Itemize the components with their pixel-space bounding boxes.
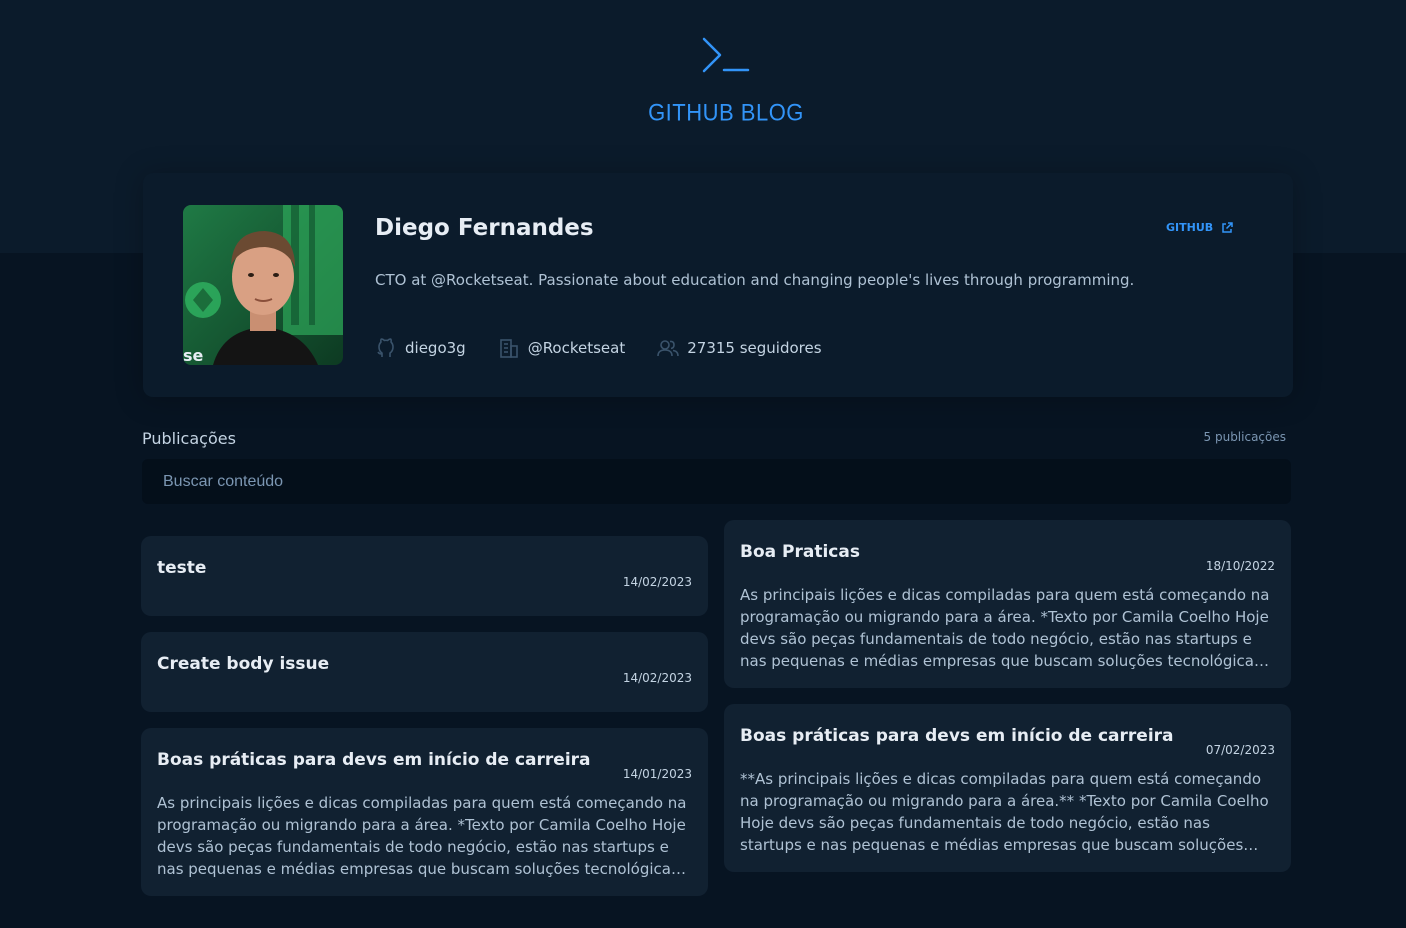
svg-text:se: se bbox=[183, 346, 204, 365]
post-card[interactable]: Boa Praticas 18/10/2022 As principais li… bbox=[724, 520, 1291, 688]
github-link[interactable]: GITHUB bbox=[1166, 221, 1233, 234]
post-title: Create body issue bbox=[157, 654, 330, 674]
post-card[interactable]: Create body issue 14/02/2023 bbox=[141, 632, 708, 712]
profile-username-text: diego3g bbox=[405, 339, 466, 357]
profile-bio: CTO at @Rocketseat. Passionate about edu… bbox=[375, 271, 1135, 289]
post-excerpt: As principais lições e dicas compiladas … bbox=[740, 586, 1270, 670]
publications-count: 5 publicações bbox=[1203, 430, 1286, 444]
terminal-prompt-icon bbox=[702, 37, 750, 73]
post-title: Boas práticas para devs em início de car… bbox=[157, 750, 591, 770]
post-excerpt: As principais lições e dicas compiladas … bbox=[157, 794, 687, 878]
post-date: 14/01/2023 bbox=[622, 767, 692, 781]
site-title: GITHUB BLOG bbox=[648, 98, 804, 127]
publications-heading: Publicações bbox=[142, 429, 236, 448]
profile-name: Diego Fernandes bbox=[375, 215, 594, 241]
post-title: teste bbox=[157, 558, 207, 578]
post-title: Boa Praticas bbox=[740, 542, 860, 562]
profile-meta: diego3g @Rocketseat 27315 seguidores bbox=[375, 337, 822, 359]
post-date: 14/02/2023 bbox=[622, 671, 692, 685]
users-icon bbox=[657, 340, 680, 357]
profile-company: @Rocketseat bbox=[498, 337, 626, 359]
github-icon bbox=[377, 338, 394, 357]
profile-card: se Diego Fernandes GITHUB CTO at @Rocket… bbox=[143, 173, 1293, 397]
post-card[interactable]: Boas práticas para devs em início de car… bbox=[141, 728, 708, 896]
post-excerpt: **As principais lições e dicas compilada… bbox=[740, 770, 1269, 854]
post-title: Boas práticas para devs em início de car… bbox=[740, 726, 1174, 746]
github-link-label: GITHUB bbox=[1166, 221, 1214, 234]
profile-followers: 27315 seguidores bbox=[657, 337, 822, 359]
profile-company-text: @Rocketseat bbox=[527, 339, 626, 357]
profile-followers-text: 27315 seguidores bbox=[687, 339, 822, 357]
post-card[interactable]: Boas práticas para devs em início de car… bbox=[724, 704, 1291, 872]
avatar: se bbox=[183, 205, 343, 365]
external-link-icon bbox=[1222, 221, 1233, 233]
building-icon bbox=[499, 339, 518, 358]
post-date: 14/02/2023 bbox=[622, 575, 692, 589]
post-card[interactable]: teste 14/02/2023 bbox=[141, 536, 708, 616]
search-input[interactable] bbox=[142, 459, 1291, 504]
profile-username: diego3g bbox=[375, 337, 466, 359]
post-date: 07/02/2023 bbox=[1205, 743, 1275, 757]
post-date: 18/10/2022 bbox=[1205, 559, 1275, 573]
